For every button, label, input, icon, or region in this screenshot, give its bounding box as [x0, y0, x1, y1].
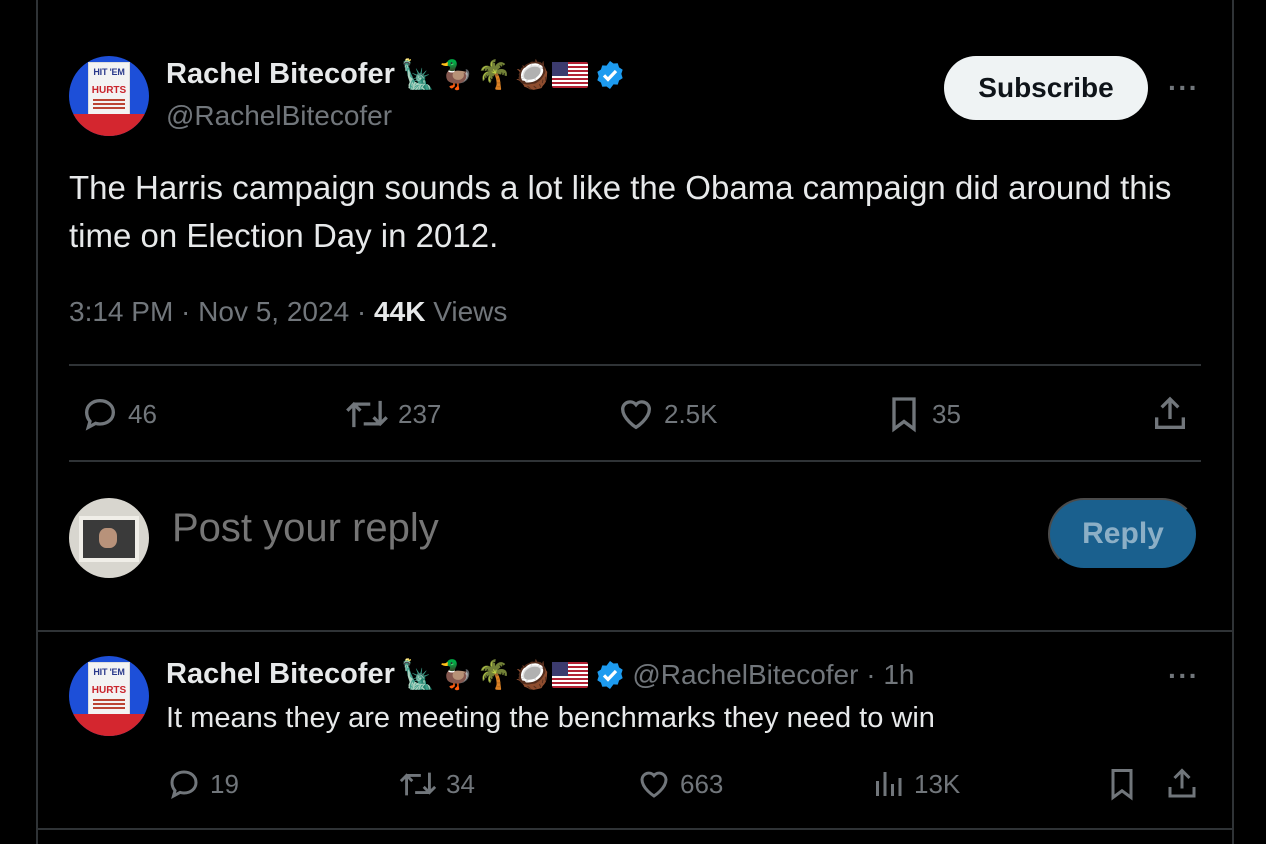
reply-text: It means they are meeting the benchmarks…: [166, 702, 935, 734]
reply-bookmark-action[interactable]: [1104, 766, 1140, 802]
author-handle[interactable]: @RachelBitecofer: [166, 100, 392, 132]
duck-icon: 🦆: [438, 657, 474, 691]
reply-like-action[interactable]: 663: [636, 766, 723, 802]
reply-action[interactable]: 46: [80, 394, 157, 434]
reply-icon: [84, 398, 116, 431]
name-emojis: 🗽 🦆 🌴 🥥: [400, 657, 589, 691]
repost-icon: [399, 772, 437, 796]
section-divider: [36, 630, 1234, 632]
palm-tree-icon: 🌴: [476, 57, 512, 91]
author-name[interactable]: Rachel Bitecofer: [166, 58, 395, 91]
reply-input[interactable]: [170, 505, 689, 552]
bookmark-icon: [892, 397, 916, 433]
reply-count: 19: [210, 768, 239, 799]
us-flag-icon: [552, 661, 589, 688]
tweet-metadata: 3:14 PM · Nov 5, 2024 · 44K Views: [69, 296, 507, 328]
cover-title-line1: HIT 'EM: [93, 667, 125, 677]
like-count: 2.5K: [664, 398, 718, 429]
bookmark-icon: [1111, 769, 1133, 801]
heart-icon: [620, 400, 652, 430]
bookmark-count: 35: [932, 398, 961, 429]
subscribe-button[interactable]: Subscribe: [944, 56, 1148, 120]
verified-badge-icon[interactable]: [594, 659, 626, 691]
coconut-icon: 🥥: [514, 57, 550, 91]
more-options-icon[interactable]: ···: [1168, 72, 1199, 104]
author-name-row: Rachel Bitecofer 🗽 🦆 🌴 🥥: [166, 58, 626, 91]
tweet-timestamp[interactable]: 3:14 PM · Nov 5, 2024 ·: [69, 296, 374, 327]
share-icon: [1168, 768, 1196, 798]
verified-badge-icon[interactable]: [594, 59, 626, 91]
cover-title-line2: HURTS: [91, 85, 127, 96]
reply-header-row: Rachel Bitecofer 🗽 🦆 🌴 🥥 @RachelBitecofe…: [166, 658, 914, 691]
current-user-avatar[interactable]: [69, 498, 149, 578]
reply-share-action[interactable]: [1164, 766, 1200, 802]
reply-repost-action[interactable]: 34: [398, 766, 475, 802]
divider: [69, 460, 1201, 462]
views-count: 44K: [374, 296, 426, 327]
views-label: Views: [425, 296, 508, 327]
reply-more-options-icon[interactable]: ···: [1168, 660, 1199, 692]
us-flag-icon: [552, 61, 589, 88]
repost-icon: [346, 400, 388, 428]
coconut-icon: 🥥: [514, 657, 550, 691]
divider: [69, 364, 1201, 366]
repost-count: 34: [446, 768, 475, 799]
statue-of-liberty-icon: 🗽: [400, 57, 436, 91]
reply-reply-action[interactable]: 19: [166, 766, 239, 802]
palm-tree-icon: 🌴: [476, 657, 512, 691]
reply-views-action[interactable]: 13K: [870, 766, 960, 802]
share-action[interactable]: [1150, 394, 1190, 434]
views-count: 13K: [914, 768, 961, 799]
name-emojis: 🗽 🦆 🌴 🥥: [400, 57, 589, 91]
author-avatar[interactable]: HIT 'EM HURTS: [69, 56, 149, 136]
repost-count: 237: [398, 398, 442, 429]
views-chart-icon: [876, 772, 902, 796]
section-divider: [36, 828, 1234, 830]
repost-action[interactable]: 237: [344, 394, 441, 434]
like-count: 663: [680, 768, 724, 799]
reply-button[interactable]: Reply: [1048, 498, 1198, 570]
reply-count: 46: [128, 398, 157, 429]
reply-handle-time[interactable]: @RachelBitecofer · 1h: [632, 659, 914, 691]
like-action[interactable]: 2.5K: [616, 394, 718, 434]
cover-title-line1: HIT 'EM: [93, 67, 125, 77]
duck-icon: 🦆: [438, 57, 474, 91]
share-icon: [1155, 396, 1185, 429]
reply-author-avatar[interactable]: HIT 'EM HURTS: [69, 656, 149, 736]
cover-title-line2: HURTS: [91, 685, 127, 696]
bookmark-action[interactable]: 35: [884, 394, 961, 434]
heart-icon: [640, 771, 668, 798]
tweet-text: The Harris campaign sounds a lot like th…: [69, 169, 1172, 254]
reply-author-name[interactable]: Rachel Bitecofer: [166, 658, 395, 691]
reply-icon: [170, 770, 198, 800]
statue-of-liberty-icon: 🗽: [400, 657, 436, 691]
